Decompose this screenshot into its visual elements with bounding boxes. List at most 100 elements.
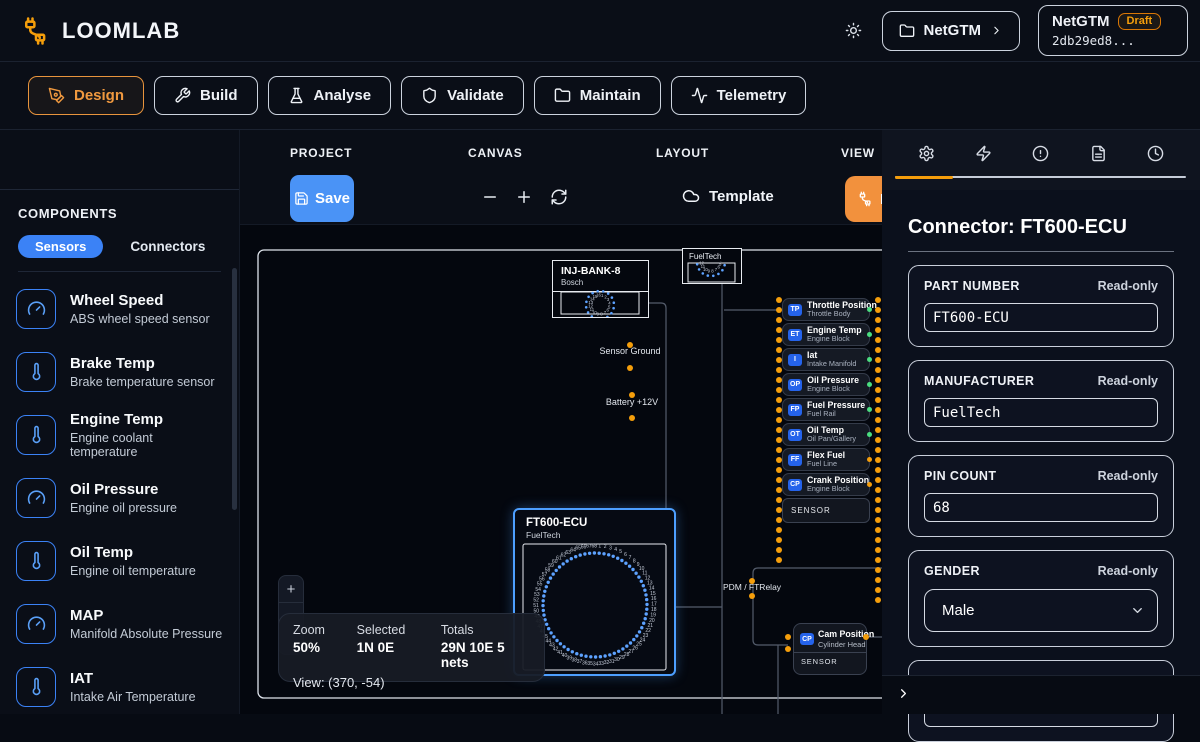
part-number-input[interactable] bbox=[924, 303, 1158, 332]
inspector-panel: Connector: FT600-ECU PART NUMBER Read-on… bbox=[882, 130, 1200, 714]
inspector-tab-clock[interactable] bbox=[1140, 140, 1170, 170]
gauge-icon bbox=[16, 289, 56, 329]
svg-text:36: 36 bbox=[582, 660, 588, 666]
inspector-tab-zap[interactable] bbox=[969, 140, 999, 170]
component-item-oil-pressure[interactable]: Oil PressureEngine oil pressure bbox=[0, 466, 239, 529]
project-switcher-label: NetGTM bbox=[924, 22, 982, 39]
field-card-manufacturer: MANUFACTURER Read-only bbox=[908, 360, 1174, 442]
sensor-badge: FP bbox=[788, 404, 802, 416]
sensor-node-oil-temp[interactable]: OT Oil TempOil Pan/Gallery bbox=[782, 423, 870, 446]
sidebar-tabs: Sensors Connectors bbox=[18, 235, 221, 258]
activity-icon bbox=[691, 87, 708, 104]
tab-analyse[interactable]: Analyse bbox=[268, 76, 392, 115]
folder-icon bbox=[899, 23, 915, 39]
sidebar-tab-sensors[interactable]: Sensors bbox=[18, 235, 103, 258]
collapse-panel-button[interactable] bbox=[891, 683, 915, 707]
tab-telemetry[interactable]: Telemetry bbox=[671, 76, 807, 115]
field-card-gender: GENDER Read-only Male bbox=[908, 550, 1174, 647]
pin-count-input[interactable] bbox=[924, 493, 1158, 522]
svg-text:34: 34 bbox=[593, 661, 599, 667]
clock-icon bbox=[1147, 145, 1164, 162]
node-inj-bank-8[interactable]: INJ-BANK-8 Bosch 12345678910111213141516 bbox=[552, 260, 649, 318]
gender-select[interactable]: Male bbox=[924, 589, 1158, 632]
sidebar-tab-connectors[interactable]: Connectors bbox=[130, 239, 205, 254]
project-id: 2db29ed8... bbox=[1052, 33, 1174, 48]
status-dot bbox=[867, 332, 872, 337]
component-item-map[interactable]: MAPManifold Absolute Pressure bbox=[0, 592, 239, 655]
zap-icon bbox=[975, 145, 992, 162]
tab-build[interactable]: Build bbox=[154, 76, 258, 115]
sensor-node-iat[interactable]: I IatIntake Manifold bbox=[782, 348, 870, 371]
project-name: NetGTM bbox=[1052, 13, 1110, 30]
component-item-iat[interactable]: IATIntake Air Temperature bbox=[0, 655, 239, 718]
file-text-icon bbox=[1090, 145, 1107, 162]
inspector-tab-file-text[interactable] bbox=[1083, 140, 1113, 170]
sensor-node-crank-position[interactable]: CP Crank PositionEngine Block bbox=[782, 473, 870, 496]
svg-text:30: 30 bbox=[614, 657, 620, 663]
theme-toggle-icon[interactable] bbox=[845, 22, 862, 39]
status-dot bbox=[867, 407, 872, 412]
sensor-stack-footer: SENSOR bbox=[782, 498, 870, 523]
read-only-badge: Read-only bbox=[1098, 564, 1158, 578]
sensor-node-fuel-pressure[interactable]: FP Fuel PressureFuel Rail bbox=[782, 398, 870, 421]
svg-text:38: 38 bbox=[572, 658, 578, 664]
node-location: Cylinder Head bbox=[818, 640, 874, 649]
status-dot bbox=[867, 432, 872, 437]
node-manufacturer: FuelTech bbox=[526, 530, 663, 540]
node-manufacturer: Bosch bbox=[561, 278, 640, 287]
pin-field: 12345678910111213141516 bbox=[683, 261, 740, 284]
zoom-in-button[interactable] bbox=[512, 186, 536, 210]
sensor-node-oil-pressure[interactable]: OP Oil PressureEngine Block bbox=[782, 373, 870, 396]
component-item-wheel-speed[interactable]: Wheel SpeedABS wheel speed sensor bbox=[0, 277, 239, 340]
inspector-tab-gear[interactable] bbox=[912, 140, 942, 170]
project-switcher-button[interactable]: NetGTM bbox=[882, 11, 1021, 51]
project-card[interactable]: NetGTM Draft 2db29ed8... bbox=[1038, 5, 1188, 56]
read-only-badge: Read-only bbox=[1098, 469, 1158, 483]
app-title: LOOMLAB bbox=[62, 18, 180, 44]
tab-validate[interactable]: Validate bbox=[401, 76, 524, 115]
minus-icon bbox=[481, 188, 499, 206]
node-footer: SENSOR bbox=[794, 652, 866, 670]
save-button[interactable]: Save bbox=[290, 175, 354, 222]
svg-text:1: 1 bbox=[598, 544, 601, 550]
tab-maintain[interactable]: Maintain bbox=[534, 76, 661, 115]
zoom-out-button[interactable] bbox=[478, 186, 502, 210]
save-icon bbox=[294, 191, 309, 206]
canvas-status-card: Zoom 50% Selected 1N 0E Totals 29N 10E 5… bbox=[278, 613, 545, 682]
reset-view-button[interactable] bbox=[547, 186, 571, 210]
wiring-canvas[interactable]: INJ-BANK-8 Bosch 12345678910111213141516… bbox=[240, 225, 882, 714]
manufacturer-input[interactable] bbox=[924, 398, 1158, 427]
harness-logo-icon bbox=[20, 16, 50, 46]
sensor-node-engine-temp[interactable]: ET Engine TempEngine Block bbox=[782, 323, 870, 346]
canvas-zoom-in-button[interactable]: + bbox=[279, 576, 303, 602]
svg-text:35: 35 bbox=[587, 661, 593, 667]
thermometer-icon bbox=[16, 541, 56, 581]
sensor-node-flex-fuel[interactable]: FF Flex FuelFuel Line bbox=[782, 448, 870, 471]
inspector-tab-alert-circle[interactable] bbox=[1026, 140, 1056, 170]
sidebar-spacer bbox=[0, 130, 239, 190]
pin-field: 12345678910111213141516 bbox=[553, 288, 647, 318]
component-item-engine-temp[interactable]: Engine TempEngine coolant temperature bbox=[0, 403, 239, 466]
component-item-brake-temp[interactable]: Brake TempBrake temperature sensor bbox=[0, 340, 239, 403]
tab-design[interactable]: Design bbox=[28, 76, 144, 115]
sensor-badge: OP bbox=[788, 379, 802, 391]
plus-icon bbox=[515, 188, 533, 206]
sidebar-scrollbar[interactable] bbox=[232, 268, 237, 510]
totals-label: Totals bbox=[441, 623, 530, 637]
template-button[interactable]: Template bbox=[682, 187, 774, 205]
node-aux-connector[interactable]: FuelTech 12345678910111213141516 bbox=[682, 248, 742, 284]
svg-text:54: 54 bbox=[535, 587, 541, 593]
selected-value: 1N 0E bbox=[357, 640, 441, 655]
component-item-oil-temp[interactable]: Oil TempEngine oil temperature bbox=[0, 529, 239, 592]
components-sidebar: COMPONENTS SensorsConnectors Wheel Speed… bbox=[0, 130, 240, 714]
flask-icon bbox=[288, 87, 305, 104]
sensor-node-throttle-position[interactable]: TP Throttle PositionThrottle Body bbox=[782, 298, 870, 321]
layout-group-label: LAYOUT bbox=[656, 146, 709, 160]
read-only-badge: Read-only bbox=[1098, 279, 1158, 293]
shield-icon bbox=[421, 87, 438, 104]
svg-text:31: 31 bbox=[609, 659, 615, 665]
node-title: FT600-ECU bbox=[526, 517, 663, 529]
node-cam-position[interactable]: CP Cam Position Cylinder Head SENSOR bbox=[793, 623, 867, 675]
wrench-icon bbox=[174, 87, 191, 104]
chevron-right-icon bbox=[990, 24, 1003, 37]
